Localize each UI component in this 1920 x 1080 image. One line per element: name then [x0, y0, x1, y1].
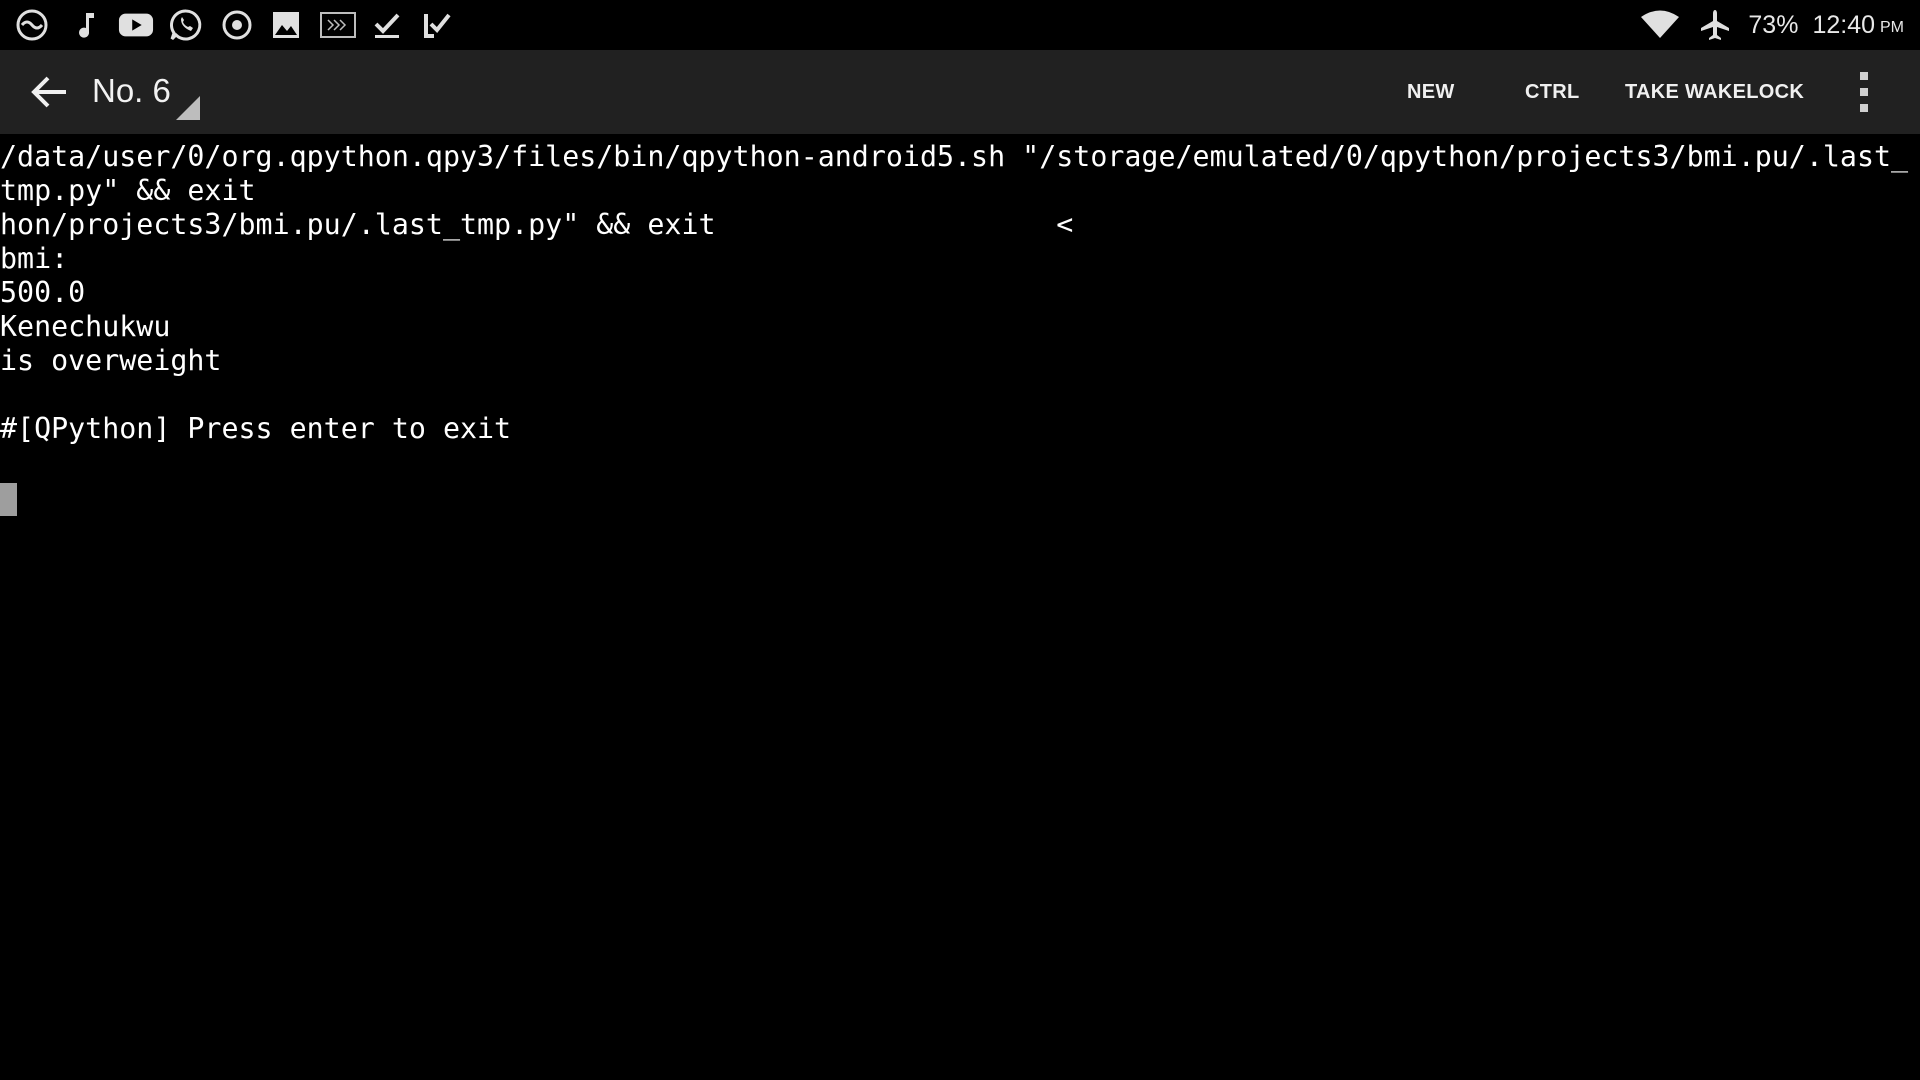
wifi-icon	[1640, 10, 1680, 40]
music-note-icon	[68, 7, 104, 43]
action-bar: No. 6 NEW CTRL TAKE WAKELOCK	[0, 50, 1920, 134]
record-icon	[219, 7, 255, 43]
terminal-line: is overweight	[0, 344, 222, 377]
whatsapp-icon	[168, 7, 204, 43]
terminal-line: 500.0	[0, 276, 86, 309]
clock-time: 12:40	[1812, 10, 1875, 39]
dropdown-indicator-icon	[176, 96, 200, 120]
status-bar: 73% 12:40 PM	[0, 0, 1920, 50]
terminal-line: Kenechukwu	[0, 310, 171, 343]
image-icon	[268, 7, 304, 43]
terminal-cursor	[0, 483, 17, 516]
checkmark-icon	[369, 7, 405, 43]
more-vert-icon	[1858, 70, 1870, 114]
task-done-icon	[419, 7, 455, 43]
new-window-button[interactable]: NEW	[1407, 50, 1455, 134]
keyboard-icon	[318, 7, 358, 43]
android-screen: 73% 12:40 PM No. 6 NEW CTRL TAKE WAKELOC…	[0, 0, 1920, 1080]
airplane-mode-icon	[1698, 8, 1732, 42]
arrow-back-icon	[30, 75, 68, 109]
terminal-line: hon/projects3/bmi.pu/.last_tmp.py" && ex…	[0, 208, 1074, 241]
status-right-group: 73% 12:40 PM	[1640, 0, 1904, 50]
ctrl-button[interactable]: CTRL	[1525, 50, 1580, 134]
nbx-app-icon	[14, 7, 50, 43]
terminal-line: /data/user/0/org.qpython.qpy3/files/bin/…	[0, 140, 1909, 173]
battery-percentage: 73%	[1748, 10, 1799, 39]
window-selector-dropdown[interactable]: No. 6	[90, 64, 205, 120]
overflow-menu-button[interactable]	[1846, 66, 1882, 118]
take-wakelock-button[interactable]: TAKE WAKELOCK	[1625, 50, 1804, 134]
terminal-line: tmp.py" && exit	[0, 174, 256, 207]
terminal-line: bmi:	[0, 242, 69, 275]
back-button[interactable]	[24, 67, 74, 117]
window-title: No. 6	[92, 72, 171, 109]
clock-ampm: PM	[1880, 19, 1904, 36]
youtube-icon	[118, 7, 154, 43]
terminal-line: #[QPython] Press enter to exit	[0, 412, 512, 445]
terminal-view[interactable]: /data/user/0/org.qpython.qpy3/files/bin/…	[0, 134, 1920, 1080]
